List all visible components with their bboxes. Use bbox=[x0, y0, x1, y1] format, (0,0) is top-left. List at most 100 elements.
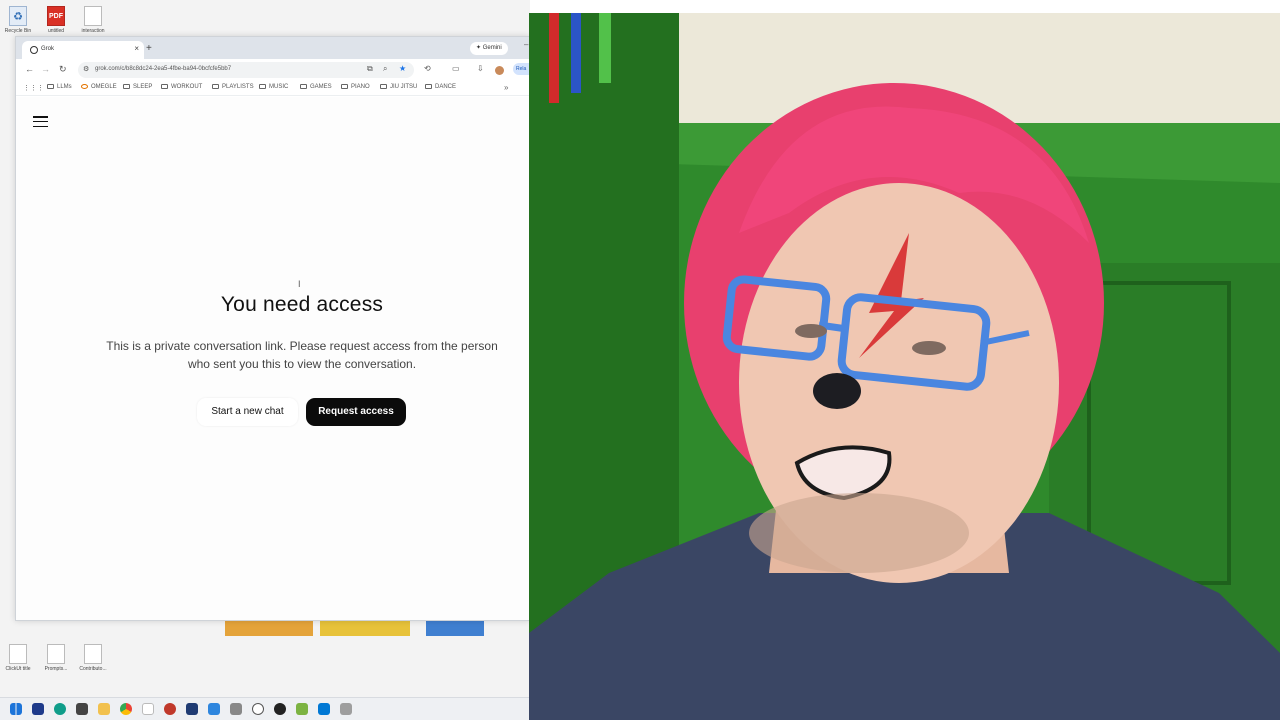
browser-toolbar: ← → ↻ ⚙ grok.com/c/b8c8dc24-2ea5-4fbe-ba… bbox=[16, 59, 531, 81]
desktop-icon-label: untitled bbox=[47, 28, 65, 34]
bookmark-label: MUSIC bbox=[269, 84, 289, 90]
folder-icon bbox=[47, 84, 54, 89]
app-icon[interactable] bbox=[318, 703, 330, 715]
side-panel-icon[interactable]: ▭ bbox=[452, 64, 460, 73]
bookmark-folder-music[interactable]: MUSIC bbox=[259, 84, 288, 90]
start-new-chat-button[interactable]: Start a new chat bbox=[197, 398, 298, 426]
bookmark-label: PIANO bbox=[351, 84, 370, 90]
desktop-icon-document[interactable]: interaction bbox=[75, 6, 111, 34]
edge-browser-icon[interactable] bbox=[54, 703, 66, 715]
url-text: grok.com/c/b8c8dc24-2ea5-4fbe-ba94-0bcfc… bbox=[95, 66, 232, 72]
clock-icon[interactable] bbox=[252, 703, 264, 715]
bookmarks-bar: ⋮⋮⋮ LLMs OMEGLE SLEEP WORKOUT PLAYLISTS … bbox=[16, 81, 529, 96]
reload-button[interactable]: ↻ bbox=[59, 64, 67, 75]
desktop-icon-label: ClickUt title bbox=[5, 666, 31, 672]
bookmark-folder-piano[interactable]: PIANO bbox=[341, 84, 370, 90]
desktop-icon-document[interactable]: ClickUt title bbox=[0, 644, 36, 672]
bookmark-label: PLAYLISTS bbox=[222, 84, 254, 90]
folder-icon bbox=[123, 84, 130, 89]
pdf-file-icon: PDF bbox=[47, 6, 65, 26]
bookmark-folder-workout[interactable]: WORKOUT bbox=[161, 84, 202, 90]
desktop-icon-label: Contributo... bbox=[79, 666, 107, 672]
desktop-icon-label: interaction bbox=[81, 28, 105, 34]
notepad-icon[interactable] bbox=[142, 703, 154, 715]
new-tab-button[interactable]: + bbox=[146, 43, 152, 54]
chrome-icon[interactable] bbox=[120, 703, 132, 715]
terminal-icon[interactable] bbox=[32, 703, 44, 715]
gemini-label: Gemini bbox=[482, 45, 502, 51]
bookmark-folder-playlists[interactable]: PLAYLISTS bbox=[212, 84, 254, 90]
folder-icon bbox=[259, 84, 266, 89]
hamburger-menu-icon[interactable] bbox=[33, 116, 48, 128]
document-icon bbox=[47, 644, 65, 664]
tab-title: Grok bbox=[41, 46, 55, 52]
minimize-button[interactable]: – bbox=[524, 40, 528, 49]
back-button[interactable]: ← bbox=[25, 64, 34, 74]
desktop-icon-label: Prompts... bbox=[44, 666, 68, 672]
bookmark-label: JIU JITSU bbox=[390, 84, 418, 90]
install-app-icon[interactable]: ⧉ bbox=[367, 64, 373, 74]
page-title: You need access bbox=[220, 293, 384, 316]
profile-avatar[interactable] bbox=[495, 66, 504, 75]
document-icon bbox=[84, 6, 102, 26]
bookmark-omegle[interactable]: OMEGLE bbox=[81, 84, 117, 90]
windows-start-icon[interactable] bbox=[10, 703, 22, 715]
bookmark-folder-games[interactable]: GAMES bbox=[300, 84, 332, 90]
desktop-icon-recycle-bin[interactable]: ♻ Recycle Bin bbox=[0, 6, 36, 34]
site-info-icon[interactable]: ⚙ bbox=[83, 65, 89, 73]
bookmark-folder-dance[interactable]: DANCE bbox=[425, 84, 456, 90]
browser-window: Grok × + ✦ Gemini – ← → ↻ ⚙ grok.com/c/b… bbox=[15, 36, 531, 621]
bookmark-label: LLMs bbox=[57, 84, 72, 90]
bookmark-star-icon[interactable]: ★ bbox=[399, 64, 406, 73]
bookmark-label: DANCE bbox=[435, 84, 457, 90]
folder-icon bbox=[341, 84, 348, 89]
app-icon[interactable] bbox=[340, 703, 352, 715]
bookmark-label: OMEGLE bbox=[91, 84, 117, 90]
bookmark-folder-llms[interactable]: LLMs bbox=[47, 84, 72, 90]
extensions-icon[interactable]: ⟲ bbox=[424, 64, 431, 73]
bookmark-label: GAMES bbox=[310, 84, 332, 90]
address-bar[interactable]: ⚙ grok.com/c/b8c8dc24-2ea5-4fbe-ba94-0bc… bbox=[78, 62, 414, 78]
app-icon[interactable] bbox=[296, 703, 308, 715]
tab-bar: Grok × + ✦ Gemini – bbox=[16, 37, 529, 59]
page-content: I You need access This is a private conv… bbox=[16, 97, 529, 620]
request-access-button[interactable]: Request access bbox=[306, 398, 406, 426]
downloads-icon[interactable]: ⇩ bbox=[477, 64, 484, 73]
omegle-favicon-icon bbox=[81, 84, 88, 89]
app-icon[interactable] bbox=[76, 703, 88, 715]
desktop-icon-document[interactable]: Prompts... bbox=[38, 644, 74, 672]
background-window-thumbnail bbox=[426, 620, 484, 636]
folder-icon bbox=[425, 84, 432, 89]
folder-icon bbox=[212, 84, 219, 89]
grok-favicon-icon bbox=[30, 46, 38, 54]
folder-icon bbox=[380, 84, 387, 89]
settings-gear-icon[interactable] bbox=[230, 703, 242, 715]
text-cursor-icon: I bbox=[298, 279, 301, 289]
tab-grok[interactable]: Grok × bbox=[22, 41, 144, 59]
bookmark-label: WORKOUT bbox=[171, 84, 203, 90]
webcam-image bbox=[529, 13, 1280, 720]
taskbar bbox=[0, 697, 530, 720]
bookmark-label: SLEEP bbox=[133, 84, 153, 90]
folder-icon bbox=[161, 84, 168, 89]
file-explorer-icon[interactable] bbox=[98, 703, 110, 715]
apps-grid-icon[interactable]: ⋮⋮⋮ bbox=[23, 84, 44, 92]
bookmark-folder-sleep[interactable]: SLEEP bbox=[123, 84, 152, 90]
gemini-button[interactable]: ✦ Gemini bbox=[470, 42, 508, 55]
access-description: This is a private conversation link. Ple… bbox=[106, 339, 498, 371]
background-window-thumbnail bbox=[225, 620, 313, 636]
zoom-icon[interactable]: ⌕ bbox=[383, 64, 387, 74]
app-icon[interactable] bbox=[208, 703, 220, 715]
forward-button[interactable]: → bbox=[41, 64, 50, 74]
desktop-icon-document[interactable]: Contributo... bbox=[75, 644, 111, 672]
app-icon[interactable] bbox=[164, 703, 176, 715]
document-icon bbox=[84, 644, 102, 664]
bookmark-folder-jiu-jitsu[interactable]: JIU JITSU bbox=[380, 84, 417, 90]
bookmarks-overflow-icon[interactable]: » bbox=[504, 83, 508, 92]
photoshop-icon[interactable] bbox=[186, 703, 198, 715]
webcam-feed bbox=[529, 13, 1280, 720]
document-icon bbox=[9, 644, 27, 664]
app-icon[interactable] bbox=[274, 703, 286, 715]
tab-close-icon[interactable]: × bbox=[134, 44, 139, 53]
desktop-icon-pdf[interactable]: PDF untitled bbox=[38, 6, 74, 34]
